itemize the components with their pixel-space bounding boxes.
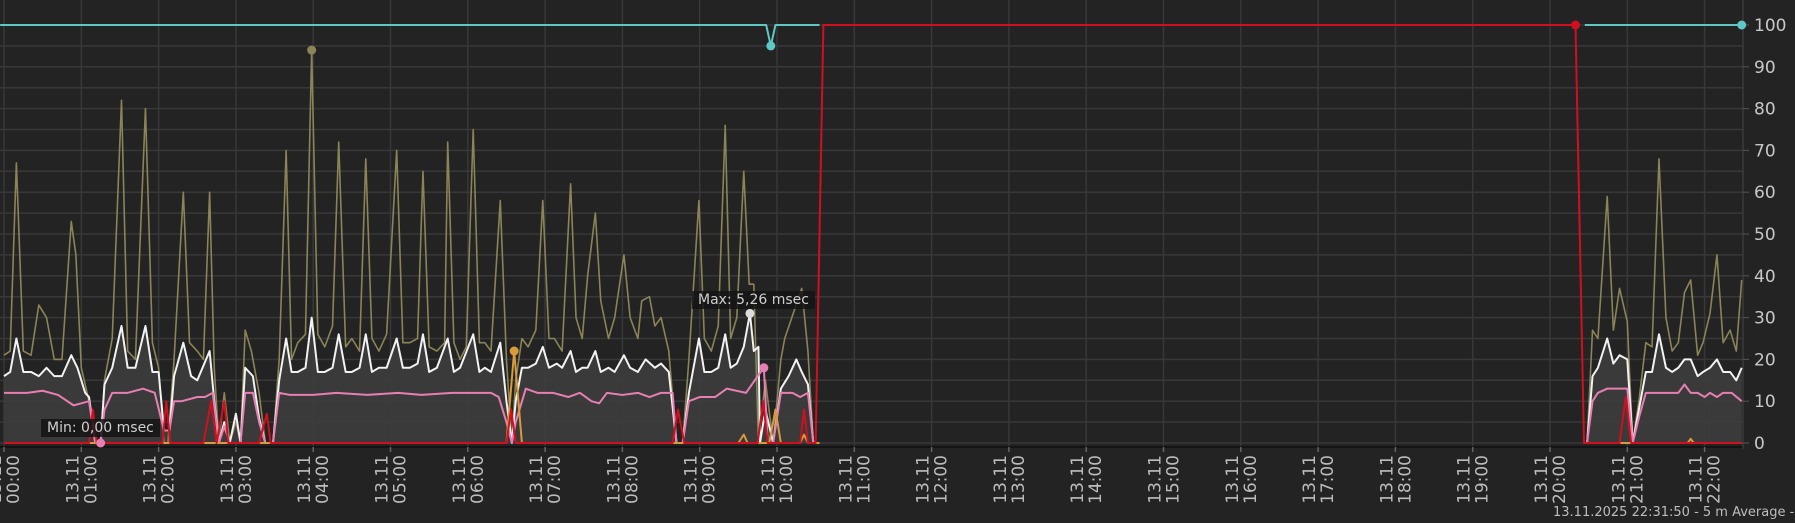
x-tick-hour: 12:00 [932,455,952,504]
series-line-availability [0,24,820,47]
x-tick-date: 13.11 [450,455,470,504]
x-tick-date: 13.11 [991,455,1011,504]
x-tick-date: 13.11 [373,455,393,504]
x-tick-date: 13.11 [527,455,547,504]
marker-availability [766,41,776,51]
y-tick-label: 100 [1754,16,1786,36]
x-tick-hour: 17:00 [1318,455,1338,504]
marker-orange [509,346,519,356]
x-tick-hour: 18:00 [1395,455,1415,504]
x-tick-hour: 07:00 [545,455,565,504]
marker-loss [1571,20,1581,30]
y-tick-label: 60 [1754,183,1776,203]
x-tick-hour: 00:00 [4,455,24,504]
x-tick-date: 13.11 [1687,455,1707,504]
x-tick-hour: 10:00 [777,455,797,504]
x-tick-hour: 21:00 [1627,455,1647,504]
y-tick-label: 30 [1754,309,1776,329]
x-tick-date: 13.11 [604,455,624,504]
x-tick-hour: 20:00 [1550,455,1570,504]
x-tick-date: 13.11 [63,455,83,504]
x-tick-hour: 08:00 [622,455,642,504]
y-tick-label: 50 [1754,225,1776,245]
x-tick-date: 13.11 [914,455,934,504]
x-tick-hour: 02:00 [159,455,179,504]
max-annotation: Max: 5,26 msec [692,291,815,309]
x-tick-date: 13.11 [1609,455,1629,504]
x-tick-hour: 01:00 [81,455,101,504]
y-tick-label: 10 [1754,392,1776,412]
x-tick-hour: 09:00 [700,455,720,504]
y-tick-label: 20 [1754,350,1776,370]
x-tick-date: 13.11 [759,455,779,504]
marker-average [745,308,755,318]
y-tick-label: 0 [1754,434,1765,454]
x-tick-date: 13.11 [1223,455,1243,504]
x-tick-hour: 14:00 [1086,455,1106,504]
x-tick-date: 13.11 [1532,455,1552,504]
x-tick-hour: 22:00 [1705,455,1725,504]
x-tick-hour: 15:00 [1164,455,1184,504]
x-tick-date: 13.11 [1455,455,1475,504]
x-tick-date: 13.11 [1377,455,1397,504]
min-annotation: Min: 0,00 msec [41,419,160,437]
y-tick-label: 40 [1754,267,1776,287]
x-tick-date: 13.11 [1068,455,1088,504]
marker-min [759,363,769,373]
x-tick-hour: 04:00 [313,455,333,504]
x-tick-date: 13.11 [836,455,856,504]
x-tick-date: 13.11 [1300,455,1320,504]
y-tick-label: 70 [1754,141,1776,161]
x-tick-date: 13.11 [218,455,238,504]
x-tick-date: 13.11 [1146,455,1166,504]
x-tick-date: 13.11 [682,455,702,504]
x-tick-hour: 06:00 [468,455,488,504]
x-tick-date: 13.11 [141,455,161,504]
x-tick-hour: 19:00 [1473,455,1493,504]
y-tick-label: 80 [1754,100,1776,120]
x-tick-date: 13.11 [295,455,315,504]
footer-timestamp: 13.11.2025 22:31:50 - 5 m Average - ID [1553,505,1795,520]
marker-max [307,45,317,55]
x-tick-hour: 11:00 [854,455,874,504]
marker-min [96,438,106,448]
chart: 010203040506070809010013.1100:00 13.1101:… [0,0,1786,504]
x-tick-hour: 03:00 [236,455,256,504]
x-tick-hour: 05:00 [391,455,411,504]
y-tick-label: 90 [1754,58,1776,78]
x-tick-hour: 13:00 [1009,455,1029,504]
marker-availability [1737,20,1747,30]
x-tick-hour: 16:00 [1241,455,1261,504]
